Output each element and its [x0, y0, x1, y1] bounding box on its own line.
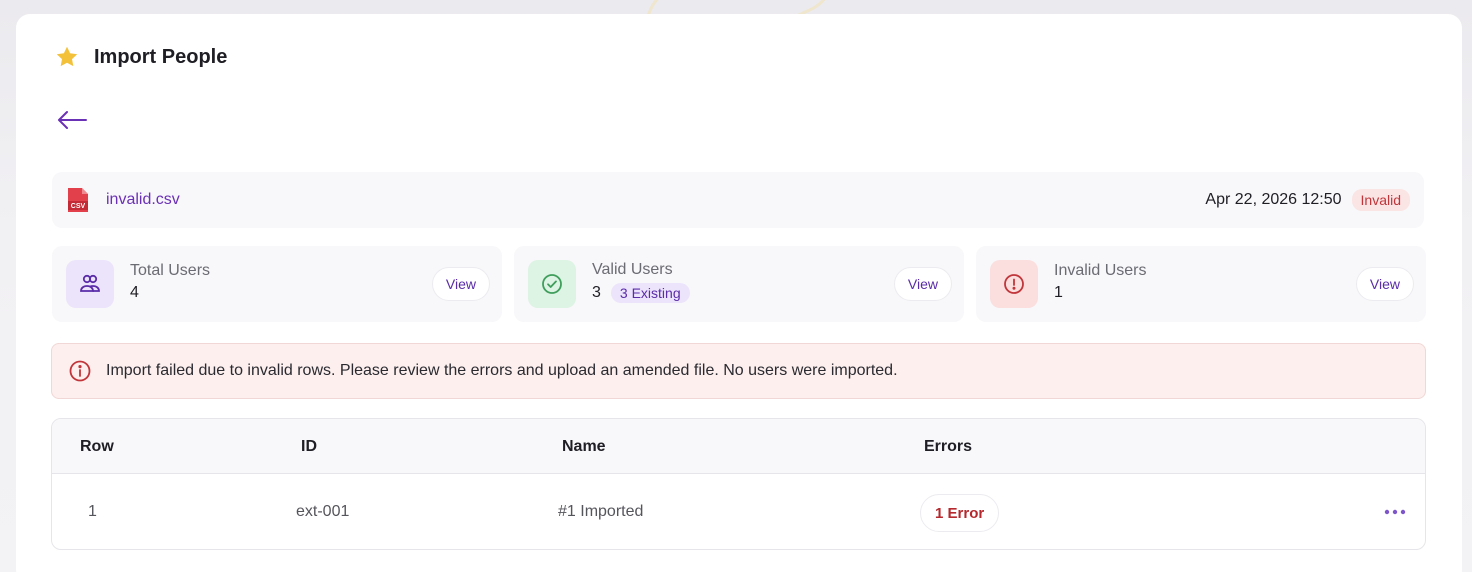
- table-header: Row ID Name Errors: [52, 419, 1425, 474]
- column-header-id[interactable]: ID: [301, 438, 317, 456]
- stats-row: Total Users 4 View Valid Users 3 3 Exist…: [52, 246, 1426, 322]
- column-header-name[interactable]: Name: [562, 438, 606, 456]
- status-badge: Invalid: [1351, 189, 1410, 211]
- back-arrow-icon[interactable]: [56, 108, 90, 132]
- page-title: Import People: [94, 45, 228, 68]
- file-summary-row: CSV invalid.csv Apr 22, 2026 12:50 Inval…: [52, 172, 1424, 228]
- view-valid-users-button[interactable]: View: [893, 267, 952, 301]
- stat-total-users: Total Users 4 View: [52, 246, 502, 322]
- existing-badge: 3 Existing: [610, 283, 690, 303]
- stat-value: 3: [592, 284, 601, 301]
- alert-message: Import failed due to invalid rows. Pleas…: [106, 362, 898, 379]
- errors-table: Row ID Name Errors 1 ext-001 #1 Imported…: [51, 418, 1426, 550]
- alert-circle-icon: [990, 260, 1038, 308]
- error-count-button[interactable]: 1 Error: [920, 494, 1000, 532]
- import-date: Apr 22, 2026 12:50: [1205, 191, 1342, 208]
- check-circle-icon: [528, 260, 576, 308]
- stat-value: 4: [130, 284, 139, 301]
- column-header-errors[interactable]: Errors: [924, 438, 972, 456]
- cell-id: ext-001: [296, 503, 350, 520]
- page-header: Import People: [54, 44, 227, 70]
- csv-file-icon: CSV: [66, 186, 90, 214]
- import-card: Import People CSV invalid.csv Apr 22, 20…: [16, 14, 1462, 572]
- stat-valid-users: Valid Users 3 3 Existing View: [514, 246, 964, 322]
- stat-label: Total Users: [130, 262, 211, 279]
- view-total-users-button[interactable]: View: [431, 267, 490, 301]
- star-icon[interactable]: [54, 44, 80, 70]
- csv-icon-text: CSV: [71, 203, 86, 210]
- cell-row: 1: [88, 503, 97, 520]
- column-header-row[interactable]: Row: [80, 438, 114, 456]
- users-icon: [66, 260, 114, 308]
- info-icon: [68, 359, 92, 383]
- stat-label: Valid Users: [592, 261, 673, 278]
- view-invalid-users-button[interactable]: View: [1355, 267, 1414, 301]
- stat-value: 1: [1054, 284, 1063, 301]
- table-row[interactable]: 1 ext-001 #1 Imported 1 Error: [52, 474, 1425, 549]
- error-alert: Import failed due to invalid rows. Pleas…: [51, 343, 1426, 399]
- stat-label: Invalid Users: [1054, 262, 1147, 279]
- more-options-icon[interactable]: [1382, 504, 1408, 520]
- stat-invalid-users: Invalid Users 1 View: [976, 246, 1426, 322]
- cell-name: #1 Imported: [558, 503, 644, 520]
- file-name-link[interactable]: invalid.csv: [106, 191, 180, 209]
